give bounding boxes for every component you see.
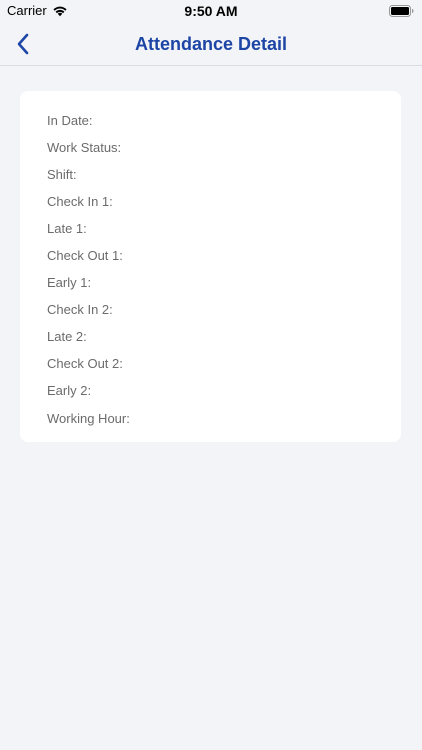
detail-list: In Date: Work Status: Shift: Check In 1:… xyxy=(20,91,401,432)
detail-label: Check Out 2: xyxy=(47,356,123,372)
navigation-bar: Attendance Detail xyxy=(0,22,422,66)
battery-icon xyxy=(389,5,414,17)
detail-row-shift: Shift: xyxy=(47,161,401,188)
status-time: 9:50 AM xyxy=(184,3,238,19)
detail-label: Check In 2: xyxy=(47,302,113,318)
detail-row-late-2: Late 2: xyxy=(47,324,401,351)
detail-label: Check In 1: xyxy=(47,193,113,209)
detail-row-in-date: In Date: xyxy=(47,107,401,134)
detail-label: Shift: xyxy=(47,166,77,182)
detail-row-working-hour: Working Hour: xyxy=(47,405,401,432)
detail-label: Late 1: xyxy=(47,220,87,236)
detail-row-check-in-2: Check In 2: xyxy=(47,297,401,324)
detail-label: Early 1: xyxy=(47,275,92,291)
detail-label: Early 2: xyxy=(47,383,92,399)
detail-row-check-out-1: Check Out 1: xyxy=(47,242,401,269)
detail-row-check-out-2: Check Out 2: xyxy=(47,351,401,378)
detail-row-early-2: Early 2: xyxy=(47,378,401,405)
detail-label: Work Status: xyxy=(47,139,122,155)
detail-label: In Date: xyxy=(47,112,93,128)
status-bar: Carrier 9:50 AM xyxy=(0,0,422,22)
page-title: Attendance Detail xyxy=(134,34,288,54)
attendance-detail-card: In Date: Work Status: Shift: Check In 1:… xyxy=(20,91,401,442)
detail-row-check-in-1: Check In 1: xyxy=(47,188,401,215)
detail-row-early-1: Early 1: xyxy=(47,270,401,297)
detail-row-late-1: Late 1: xyxy=(47,215,401,242)
detail-label: Late 2: xyxy=(47,329,87,345)
back-button[interactable] xyxy=(6,28,38,60)
chevron-left-icon xyxy=(17,33,28,55)
detail-label: Check Out 1: xyxy=(47,248,123,264)
detail-row-work-status: Work Status: xyxy=(47,134,401,161)
detail-label: Working Hour: xyxy=(47,410,130,426)
